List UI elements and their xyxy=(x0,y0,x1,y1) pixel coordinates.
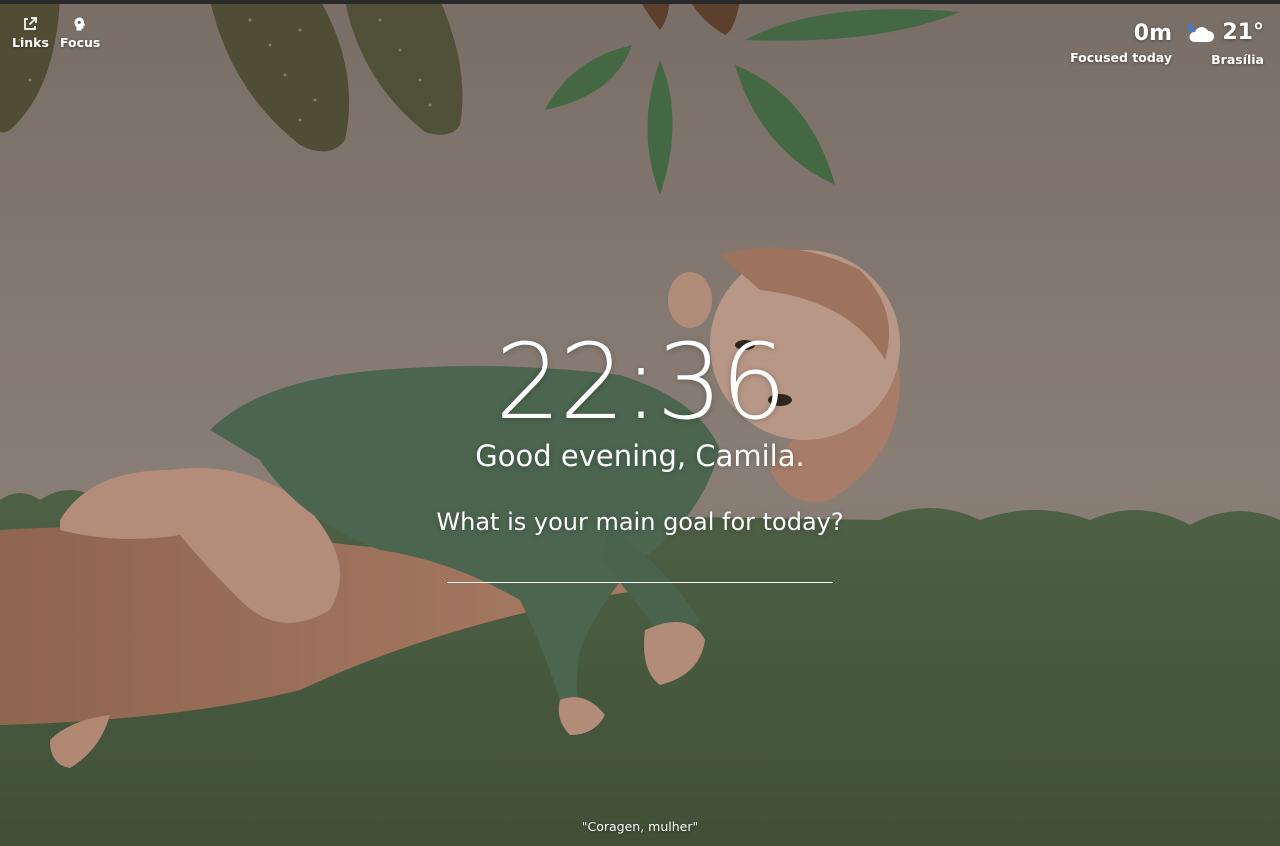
weather-city: Brasília xyxy=(1211,52,1264,67)
focus-time-label: Focused today xyxy=(1070,50,1172,65)
focus-button[interactable]: Focus xyxy=(60,16,100,50)
external-link-icon xyxy=(24,17,38,30)
new-tab-page: Links Focus 0m Focused today 21° Brasíli… xyxy=(0,0,1280,846)
focus-time-value: 0m xyxy=(1133,21,1172,46)
quote[interactable]: "Coragen, mulher" xyxy=(0,819,1280,834)
focus-label: Focus xyxy=(60,35,101,50)
greeting: Good evening, Camila. xyxy=(475,439,805,473)
main-center: 22:36 Good evening, Camila. What is your… xyxy=(0,322,1280,583)
brain-head-icon xyxy=(74,17,86,31)
temperature: 21° xyxy=(1222,20,1264,45)
weather-widget[interactable]: 21° Brasília xyxy=(1186,18,1264,67)
links-label: Links xyxy=(12,35,49,50)
browser-top-edge xyxy=(0,0,1280,4)
goal-input[interactable] xyxy=(447,552,833,583)
links-button[interactable]: Links xyxy=(12,16,49,50)
focus-time-widget[interactable]: 0m Focused today xyxy=(1070,20,1172,65)
goal-question: What is your main goal for today? xyxy=(436,508,844,536)
clock: 22:36 xyxy=(495,321,787,443)
cloud-moon-icon xyxy=(1188,22,1215,42)
